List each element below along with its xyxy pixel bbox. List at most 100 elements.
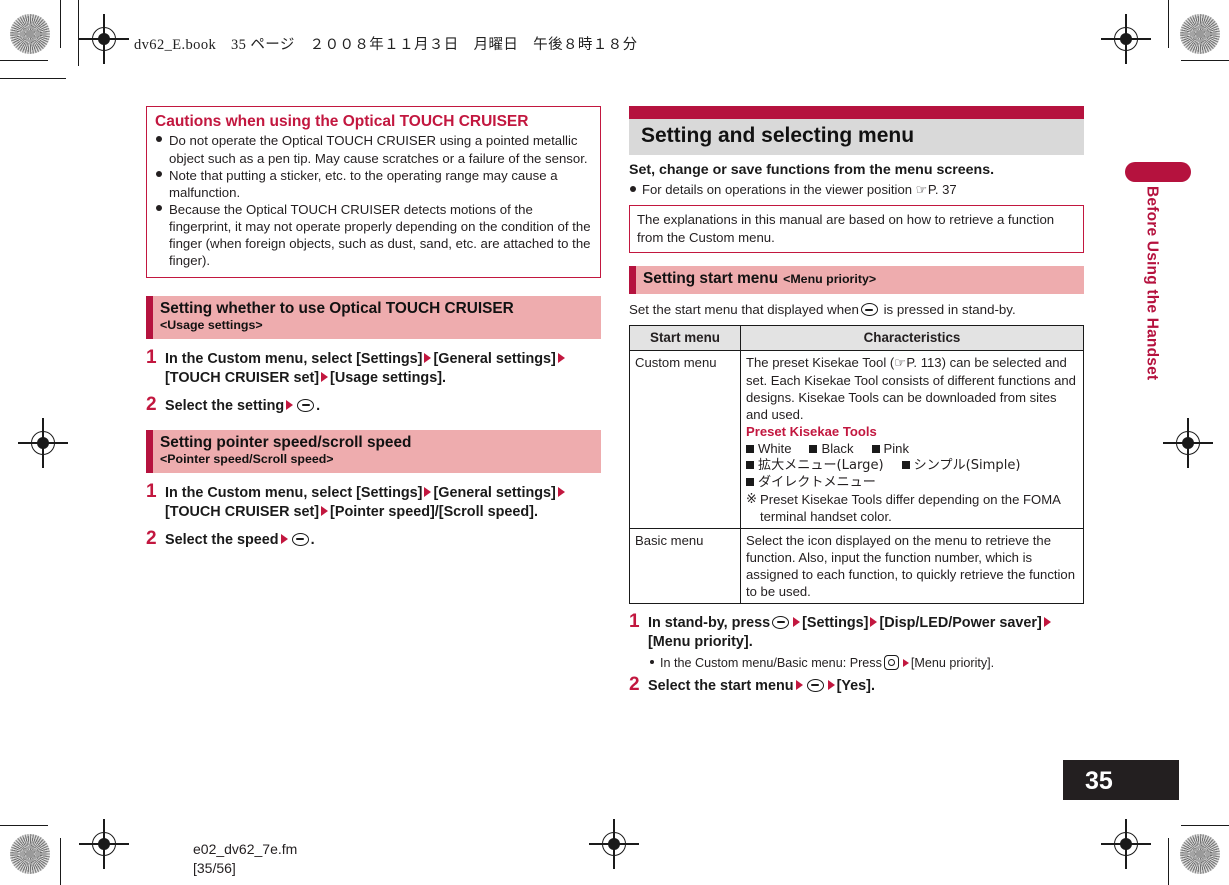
- sub-step-note: In the Custom menu/Basic menu: Press [Men…: [648, 654, 1084, 671]
- section-subtitle: <Menu priority>: [783, 272, 877, 287]
- row-name-custom-menu: Custom menu: [629, 349, 741, 529]
- table-header-row: Start menu Characteristics: [629, 325, 1084, 351]
- step-text: Select the setting.: [165, 397, 601, 416]
- step-text-b: [General settings]: [433, 350, 556, 367]
- column-header-characteristics: Characteristics: [740, 325, 1084, 351]
- crop-line-bottom-right-h: [1181, 825, 1229, 827]
- preset-line-2: 拡大メニュー(Large) シンプル(Simple): [746, 457, 1078, 474]
- preset-label: シンプル(Simple): [913, 457, 1021, 473]
- bullet-icon: [156, 205, 162, 211]
- registration-target-bottom-right: [1101, 819, 1151, 869]
- caution-title: Cautions when using the Optical TOUCH CR…: [155, 113, 529, 130]
- column-header-start-menu: Start menu: [629, 325, 741, 351]
- step-text-d: [Menu priority].: [648, 633, 753, 650]
- step-text: In the Custom menu, select [Settings] [Ge…: [165, 350, 601, 388]
- start-menu-table: Start menu Characteristics Custom menu T…: [629, 325, 1084, 604]
- step-2: 2 Select the start menu [Yes].: [629, 674, 1084, 696]
- substep-text-b: [Menu priority].: [910, 655, 995, 670]
- enter-key-icon: [297, 398, 315, 412]
- footer-filename: e02_dv62_7e.fm: [193, 841, 298, 857]
- registration-target-top-left: [79, 14, 129, 64]
- section-title: Setting whether to use Optical TOUCH CRU…: [160, 299, 514, 317]
- intro-text-b: is pressed in stand-by.: [883, 302, 1016, 318]
- page-number-block: 35: [1063, 760, 1179, 800]
- preset-item: Pink: [871, 440, 909, 457]
- step-text-a: Select the start menu: [648, 678, 794, 695]
- enter-key-icon: [772, 615, 790, 629]
- table-row: Basic menu Select the icon displayed on …: [629, 527, 1084, 604]
- enter-key-icon: [291, 532, 309, 546]
- registration-target-top-right: [1101, 14, 1151, 64]
- preset-line-1: White Black Pink: [746, 440, 1078, 457]
- table-row: Custom menu The preset Kisekae Tool (☞P.…: [629, 349, 1084, 529]
- step-text-a: In the Custom menu, select [Settings]: [165, 484, 423, 501]
- row-body-a: The preset Kisekae Tool (: [746, 354, 895, 370]
- preset-label: Pink: [883, 440, 909, 456]
- step-number: 1: [629, 610, 640, 632]
- step-text: Select the speed.: [165, 531, 601, 550]
- lead-text: Set, change or save functions from the m…: [629, 162, 995, 179]
- page-title: Setting and selecting menu: [641, 124, 915, 147]
- arrow-icon: [795, 680, 803, 691]
- step-1: 1 In the Custom menu, select [Settings] […: [146, 480, 601, 522]
- preset-kisekae-header: Preset Kisekae Tools: [746, 423, 877, 439]
- caution-item-text: Note that putting a sticker, etc. to the…: [169, 167, 558, 200]
- square-bullet-icon: [809, 444, 818, 453]
- registration-star-top-left: [10, 14, 50, 54]
- step-2: 2 Select the setting.: [146, 394, 601, 416]
- list-item: Do not operate the Optical TOUCH CRUISER…: [155, 132, 592, 166]
- section-subtitle: <Pointer speed/Scroll speed>: [160, 452, 334, 467]
- square-bullet-icon: [746, 477, 754, 486]
- square-bullet-icon: [901, 460, 910, 469]
- section-heading-pointer-speed: Setting pointer speed/scroll speed <Poin…: [146, 429, 601, 473]
- enter-key-icon: [806, 679, 824, 693]
- caution-item-text: Do not operate the Optical TOUCH CRUISER…: [169, 133, 588, 166]
- preset-item: シンプル(Simple): [901, 457, 1021, 474]
- square-bullet-icon: [746, 460, 754, 469]
- crop-line-bottom-left-v: [60, 838, 62, 885]
- right-column: Setting and selecting menu Set, change o…: [629, 106, 1084, 696]
- step-text-a: Select the setting: [165, 397, 285, 414]
- preset-item: 拡大メニュー(Large): [746, 457, 884, 474]
- section-title: Setting start menu: [643, 270, 779, 288]
- registration-target-bottom-center: [589, 819, 639, 869]
- step-text-b: .: [310, 531, 315, 548]
- bullet-icon: [156, 136, 162, 143]
- step-1: 1 In the Custom menu, select [Settings] […: [146, 347, 601, 388]
- step-text-d: [Usage settings].: [330, 369, 446, 386]
- preset-item: ダイレクトメニュー: [746, 474, 876, 491]
- registration-star-top-right: [1180, 14, 1220, 54]
- step-text: In stand-by, press [Settings] [Disp/LED/Po…: [648, 614, 1084, 652]
- camera-key-icon: [883, 654, 899, 670]
- page-title-banner: Setting and selecting menu: [629, 106, 1084, 156]
- footnote-text: Preset Kisekae Tools differ depending on…: [759, 491, 1061, 524]
- step-1: 1 In stand-by, press [Settings] [Disp/LED/…: [629, 610, 1084, 671]
- preset-line-3: ダイレクトメニュー: [746, 474, 1078, 491]
- start-menu-intro: Set the start menu that displayed when i…: [629, 301, 1084, 319]
- arrow-icon: [280, 533, 288, 544]
- banner-body: Setting and selecting menu: [629, 119, 1084, 156]
- book-header-text: dv62_E.book 35 ページ ２００８年１１月３日 月曜日 午後８時１８…: [134, 37, 638, 53]
- row-body-basic-menu: Select the icon displayed on the menu to…: [740, 527, 1084, 604]
- arrow-icon: [286, 399, 294, 410]
- left-column: Cautions when using the Optical TOUCH CR…: [146, 106, 601, 550]
- arrow-icon: [557, 486, 565, 497]
- step-text: Select the start menu [Yes].: [648, 677, 1084, 696]
- preset-label: 拡大メニュー(Large): [758, 457, 884, 473]
- arrow-icon: [557, 352, 565, 363]
- crop-line-top-left-h2: [0, 78, 66, 80]
- square-bullet-icon: [871, 444, 880, 453]
- step-text: In the Custom menu, select [Settings] [Ge…: [165, 484, 601, 522]
- crop-line-top-right-h: [1181, 60, 1229, 62]
- step-text-c: [TOUCH CRUISER set]: [165, 503, 320, 520]
- row-name-basic-menu: Basic menu: [629, 527, 741, 604]
- crop-line-top-left-v2: [78, 0, 80, 66]
- preset-label: White: [758, 440, 792, 456]
- step-text-c: [TOUCH CRUISER set]: [165, 369, 320, 386]
- arrow-icon: [870, 616, 878, 627]
- lead-bullet: For details on operations in the viewer …: [629, 181, 1084, 199]
- crop-line-top-left-h: [0, 60, 48, 62]
- step-number: 1: [146, 480, 157, 502]
- footnote-mark-icon: ※: [746, 491, 757, 507]
- banner-accent-bar: [629, 106, 1084, 119]
